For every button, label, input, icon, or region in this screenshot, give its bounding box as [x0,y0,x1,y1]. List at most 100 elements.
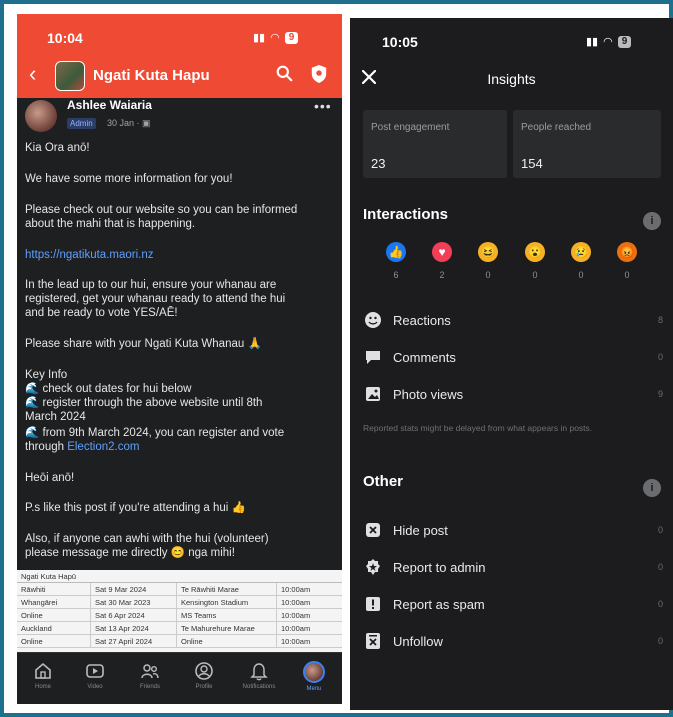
alert-icon [363,594,383,614]
audience-icon: ▣ [142,118,151,128]
table-row: Online Sat 27 April 2024 Online 10:00am [17,635,342,648]
row-reactions[interactable]: Reactions 8 [363,308,663,332]
status-icons: ▮▮ ◠ 9 [586,35,632,48]
row-photo-views[interactable]: Photo views 9 [363,382,663,406]
info-icon[interactable]: i [643,479,661,497]
post-date: 30 Jan · [107,118,143,128]
bell-icon [250,663,268,681]
badge-icon [363,557,383,577]
angry-icon: 😡 [617,242,637,262]
battery-icon: 9 [617,35,632,48]
row-report-admin[interactable]: Report to admin 0 [363,555,663,579]
row-value: 9 [657,389,663,399]
row-comments[interactable]: Comments 0 [363,345,663,369]
tab-home[interactable]: Home [23,661,63,690]
author-name[interactable]: Ashlee Waiaria [67,98,152,112]
website-link[interactable]: https://ngatikuta.maori.nz [25,248,153,262]
row-value: 0 [657,562,663,572]
post-text-line: registered, get your whanau ready to att… [25,293,286,305]
people-reached-card: People reached 154 [513,110,661,178]
status-time: 10:04 [47,30,83,46]
tab-profile[interactable]: Profile [184,661,224,690]
reaction-count: 0 [532,270,538,280]
love-icon: ♥ [432,242,452,262]
table-cell: Kensington Stadium [177,596,277,608]
table-cell: Rāwhiti [17,583,91,595]
table-cell: Sat 27 April 2024 [91,635,177,647]
table-row: Auckland Sat 13 Apr 2024 Te Mahurehure M… [17,622,342,635]
home-icon [35,662,51,679]
group-avatar[interactable] [55,61,85,91]
video-icon [86,664,104,678]
group-post-screen: 10:04 ▮▮ ◠ 9 ‹ Ngati Kuta Hapu Ashlee Wa… [17,14,342,704]
stat-label: People reached [521,122,592,133]
reaction-sad: 😢 0 [568,242,594,280]
reaction-count: 0 [578,270,584,280]
tab-friends[interactable]: Friends [130,661,170,690]
post-text-line: and be ready to vote YES/AĒ! [25,307,178,319]
table-cell: Te Mahurehure Marae [177,622,277,634]
author-avatar[interactable] [25,100,57,132]
tab-label: Video [87,684,103,690]
tab-notifications[interactable]: Notifications [239,661,279,690]
hide-icon [363,520,383,540]
reaction-count: 0 [485,270,491,280]
tab-menu[interactable]: Menu [294,661,334,692]
info-icon[interactable]: i [643,212,661,230]
sad-icon: 😢 [571,242,591,262]
table-cell: Sat 30 Mar 2023 [91,596,177,608]
row-value: 0 [657,352,663,362]
more-options-icon[interactable]: ••• [314,98,332,114]
tab-video[interactable]: Video [75,661,115,690]
smiley-icon [363,310,383,330]
post-text-line: Key Info [25,369,68,381]
row-hide-post[interactable]: Hide post 0 [363,518,663,542]
table-title: Ngati Kuta Hapū [17,570,342,583]
group-title[interactable]: Ngati Kuta Hapu [93,67,210,84]
table-cell: Auckland [17,622,91,634]
post-text: through [25,441,68,453]
post-text-line: Kia Ora anō! [25,142,90,154]
like-icon: 👍 [386,242,406,262]
table-cell: Whangārei [17,596,91,608]
tab-label: Menu [306,686,322,692]
reaction-wow: 😮 0 [522,242,548,280]
table-cell: Online [177,635,277,647]
table-cell: Sat 9 Mar 2024 [91,583,177,595]
stat-label: Post engagement [371,122,450,133]
tab-label: Profile [195,684,213,690]
post-text-line: about the mahi that is happening. [25,218,196,230]
post-text-line: Heōi anō! [25,472,75,484]
table-cell: 10:00am [281,623,311,633]
row-value: 0 [657,525,663,535]
wow-icon: 😮 [525,242,545,262]
row-label: Report to admin [393,559,486,575]
row-label: Hide post [393,522,448,538]
shield-icon[interactable] [310,64,328,84]
reaction-count: 0 [624,270,630,280]
table-cell: 10:00am [281,636,311,646]
election-link[interactable]: Election2.com [67,441,139,453]
admin-badge: Admin [67,118,96,129]
stat-value: 23 [371,156,386,171]
wifi-icon: ◠ [603,36,613,48]
wifi-icon: ◠ [270,32,280,44]
back-icon[interactable]: ‹ [29,63,36,85]
row-unfollow[interactable]: Unfollow 0 [363,629,663,653]
search-icon[interactable] [276,65,293,82]
section-title: Interactions [363,206,449,223]
reaction-love: ♥ 2 [429,242,455,280]
table-cell: Online [17,609,91,621]
row-label: Unfollow [393,633,443,649]
post-text-line: P.s like this post if you're attending a… [25,502,246,514]
table-cell: 10:00am [281,584,311,594]
row-report-spam[interactable]: Report as spam 0 [363,592,663,616]
battery-icon: 9 [284,31,299,44]
row-value: 0 [657,599,663,609]
reaction-count: 6 [393,270,399,280]
insights-screen: 10:05 ▮▮ ◠ 9 Insights Post engagement 23… [350,18,673,710]
stat-value: 154 [521,156,543,171]
post-text-line: March 2024 [25,411,86,423]
hui-dates-table[interactable]: Ngati Kuta Hapū Rāwhiti Sat 9 Mar 2024 T… [17,570,342,652]
row-label: Reactions [393,312,451,328]
